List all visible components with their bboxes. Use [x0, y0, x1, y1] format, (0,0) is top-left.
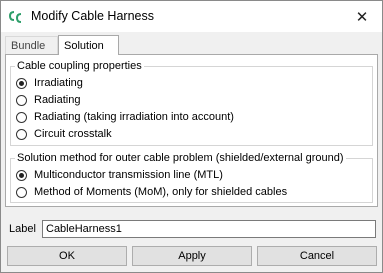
radio-label: Circuit crosstalk [34, 128, 112, 140]
apply-button[interactable]: Apply [132, 246, 252, 266]
radio-radiating[interactable]: Radiating [16, 92, 80, 108]
solution-tab-panel: Cable coupling properties Irradiating Ra… [5, 54, 378, 207]
cable-harness-icon [8, 11, 22, 23]
tab-bundle[interactable]: Bundle [5, 36, 58, 54]
radio-label: Radiating [34, 94, 81, 106]
cancel-button[interactable]: Cancel [257, 246, 377, 266]
close-icon: ✕ [355, 8, 369, 26]
solution-method-group: Solution method for outer cable problem … [10, 151, 373, 203]
radio-indicator[interactable] [16, 77, 27, 89]
cable-coupling-group-title: Cable coupling properties [15, 59, 144, 73]
radio-irradiating[interactable]: Irradiating [16, 75, 83, 91]
window-title: Modify Cable Harness [31, 9, 154, 23]
dialog-window: Modify Cable Harness ✕ Bundle Solution C… [0, 0, 383, 273]
radio-indicator[interactable] [16, 169, 27, 181]
radio-indicator[interactable] [16, 128, 27, 140]
radio-indicator[interactable] [16, 111, 27, 123]
radio-label: Method of Moments (MoM), only for shield… [34, 186, 288, 198]
tab-solution-label: Solution [64, 40, 104, 52]
radio-indicator[interactable] [16, 94, 27, 106]
ok-button[interactable]: OK [7, 246, 127, 266]
radio-mtl[interactable]: Multiconductor transmission line (MTL) [16, 167, 223, 183]
label-field-label: Label [9, 223, 36, 235]
radio-label: Radiating (taking irradiation into accou… [34, 111, 234, 123]
radio-label: Irradiating [34, 77, 83, 89]
radio-radiating-irradiation[interactable]: Radiating (taking irradiation into accou… [16, 109, 234, 125]
radio-mom[interactable]: Method of Moments (MoM), only for shield… [16, 184, 287, 200]
radio-indicator[interactable] [16, 186, 27, 198]
cable-coupling-group: Cable coupling properties Irradiating Ra… [10, 59, 373, 146]
label-input[interactable] [42, 220, 376, 238]
radio-label: Multiconductor transmission line (MTL) [34, 169, 223, 181]
solution-method-group-title: Solution method for outer cable problem … [15, 151, 346, 165]
close-button[interactable]: ✕ [342, 1, 382, 32]
title-bar[interactable]: Modify Cable Harness ✕ [1, 1, 382, 32]
tab-solution[interactable]: Solution [58, 35, 119, 56]
radio-circuit-crosstalk[interactable]: Circuit crosstalk [16, 126, 112, 142]
